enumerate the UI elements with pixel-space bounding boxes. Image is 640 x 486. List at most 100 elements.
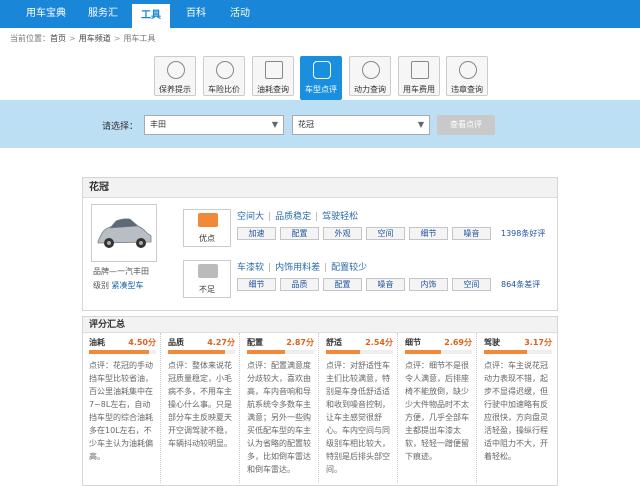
cons-tag[interactable]: 细节 (237, 278, 276, 291)
score-name: 舒适 (326, 338, 342, 347)
score-panel: 评分汇总 油耗 4.50分 点评：花冠的手动挡车型比较省油，百公里油耗集中在7~… (82, 316, 558, 486)
tool-cost[interactable]: 用车费用 (398, 56, 440, 96)
score-title: 评分汇总 (83, 317, 557, 333)
tool-label: 油耗查询 (257, 85, 289, 94)
score-value: 2.87分 (286, 338, 314, 347)
nav-item-tools[interactable]: 工具 (132, 4, 170, 28)
view-review-button[interactable]: 查看点评 (437, 115, 495, 135)
pros-tag[interactable]: 空间 (366, 227, 405, 240)
score-column: 细节 2.69分 点评：细节不是很令人满意，后排座椅不能放倒，缺少少大件物品时不… (399, 333, 477, 483)
score-bar-fill (326, 350, 361, 354)
cons-tag[interactable]: 内饰 (409, 278, 448, 291)
brand-info: 品牌—一汽丰田 (93, 266, 149, 277)
tool-label: 保养提示 (159, 85, 191, 94)
summary-sep: | (324, 263, 328, 273)
score-bar (484, 350, 552, 354)
nav-item-wiki[interactable]: 百科 (176, 0, 216, 28)
cons-count-link[interactable]: 864条差评 (501, 279, 540, 290)
score-bar-fill (247, 350, 286, 354)
top-nav: 用车宝典 服务汇 工具 百科 活动 (0, 0, 640, 28)
score-comment: 点评：配置满意度分歧较大，喜欢由高，车内音响和导航系统令多数车主满意；另外一些购… (247, 361, 311, 474)
score-value: 2.54分 (365, 338, 393, 347)
score-bar-fill (484, 350, 528, 354)
breadcrumb-sep: > (113, 34, 121, 43)
score-comment: 点评：细节不是很令人满意，后排座椅不能放倒，缺少少大件物品时不太方便，几乎全部车… (405, 361, 469, 461)
score-bar (326, 350, 393, 354)
score-bar-fill (405, 350, 442, 354)
brand-info-sep: — (109, 267, 117, 276)
breadcrumb-home[interactable]: 首页 (50, 34, 66, 43)
pros-tag[interactable]: 加速 (237, 227, 276, 240)
tool-label: 违章查询 (451, 85, 483, 94)
tool-power[interactable]: 动力查询 (349, 56, 391, 96)
tool-label: 车型点评 (305, 85, 337, 94)
nav-item-events[interactable]: 活动 (220, 0, 260, 28)
cons-tag[interactable]: 噪音 (366, 278, 405, 291)
pros-tag[interactable]: 配置 (280, 227, 319, 240)
breadcrumb: 当前位置：首页 > 用车频道 > 用车工具 (10, 32, 155, 46)
tool-violation[interactable]: 违章查询 (446, 56, 488, 96)
tool-fuel[interactable]: 油耗查询 (252, 56, 294, 96)
pros-summary-item: 品质稳定 (275, 212, 312, 222)
score-name: 驾驶 (484, 338, 500, 347)
comment-icon (313, 61, 331, 79)
brand-select-value: 丰田 (150, 120, 166, 129)
tool-label: 动力查询 (354, 85, 386, 94)
yuan-icon (411, 61, 429, 79)
cons-tag[interactable]: 配置 (323, 278, 362, 291)
score-bar (168, 350, 235, 354)
pros-badge-label: 优点 (199, 234, 215, 243)
selection-bar: 请选择： 丰田 ▼ 花冠 ▼ 查看点评 (0, 100, 640, 148)
tool-label: 用车费用 (403, 85, 435, 94)
summary-sep: | (268, 212, 272, 222)
nav-item-guide[interactable]: 用车宝典 (18, 0, 74, 28)
tool-insurance[interactable]: 车险比价 (203, 56, 245, 96)
select-label: 请选择： (102, 122, 139, 132)
level-info-value[interactable]: 紧凑型车 (112, 281, 144, 290)
model-select-value: 花冠 (298, 120, 314, 129)
chevron-down-icon: ▼ (417, 120, 424, 129)
brand-info-value: 一汽丰田 (117, 267, 149, 276)
tool-maintenance[interactable]: 保养提示 (154, 56, 196, 96)
score-column: 驾驶 3.17分 点评：车主说花冠动力表现不错，起步不显得迟缓，但行驶中加速略有… (478, 333, 556, 483)
score-name: 油耗 (89, 338, 105, 347)
cons-badge-label: 不足 (199, 285, 215, 294)
score-bar-fill (168, 350, 226, 354)
tool-model-review[interactable]: 车型点评 (300, 56, 342, 100)
cons-tag[interactable]: 品质 (280, 278, 319, 291)
score-column: 配置 2.87分 点评：配置满意度分歧较大，喜欢由高，车内音响和导航系统令多数车… (241, 333, 319, 483)
cons-badge: 不足 (183, 260, 231, 298)
breadcrumb-current: 用车工具 (123, 34, 156, 43)
nav-item-service[interactable]: 服务汇 (78, 0, 128, 28)
engine-icon (362, 61, 380, 79)
cons-summary-item: 内饰用料差 (275, 263, 321, 273)
tool-label: 车险比价 (208, 85, 240, 94)
cons-tag[interactable]: 空间 (452, 278, 491, 291)
summary-sep: | (268, 263, 272, 273)
score-name: 品质 (168, 338, 184, 347)
thumbs-down-icon (198, 264, 218, 278)
pros-count-link[interactable]: 1398条好评 (501, 228, 545, 239)
chevron-down-icon: ▼ (271, 120, 278, 129)
pros-summary: 空间大 | 品质稳定 | 驾驶轻松 (237, 209, 358, 222)
cons-summary-item: 配置较少 (331, 263, 368, 273)
score-bar-fill (89, 350, 150, 354)
brand-select[interactable]: 丰田 ▼ (144, 115, 284, 135)
score-comment: 点评：对舒适性车主们比较满意，特别是车身低舒适适和收到噪音控制，让车主感觉很舒心… (326, 361, 390, 474)
pros-tag[interactable]: 细节 (409, 227, 448, 240)
brand-info-label: 品牌 (93, 267, 109, 276)
cons-summary-item: 车漆软 (237, 263, 265, 273)
score-comment: 点评：整体来说花冠质量稳定，小毛病不多，不用车主操心什么事。只是部分车主反映夏天… (168, 361, 232, 448)
score-column: 品质 4.27分 点评：整体来说花冠质量稳定，小毛病不多，不用车主操心什么事。只… (162, 333, 240, 483)
score-name: 配置 (247, 338, 263, 347)
breadcrumb-prefix: 当前位置： (10, 34, 50, 43)
level-info: 级别 紧凑型车 (93, 280, 144, 291)
model-select[interactable]: 花冠 ▼ (292, 115, 430, 135)
breadcrumb-channel[interactable]: 用车频道 (79, 34, 111, 43)
score-bar (405, 350, 472, 354)
wrench-icon (167, 61, 185, 79)
pros-badge: 优点 (183, 209, 231, 247)
pros-tag[interactable]: 噪音 (452, 227, 491, 240)
pros-tag[interactable]: 外观 (323, 227, 362, 240)
thumbs-up-icon (198, 213, 218, 227)
